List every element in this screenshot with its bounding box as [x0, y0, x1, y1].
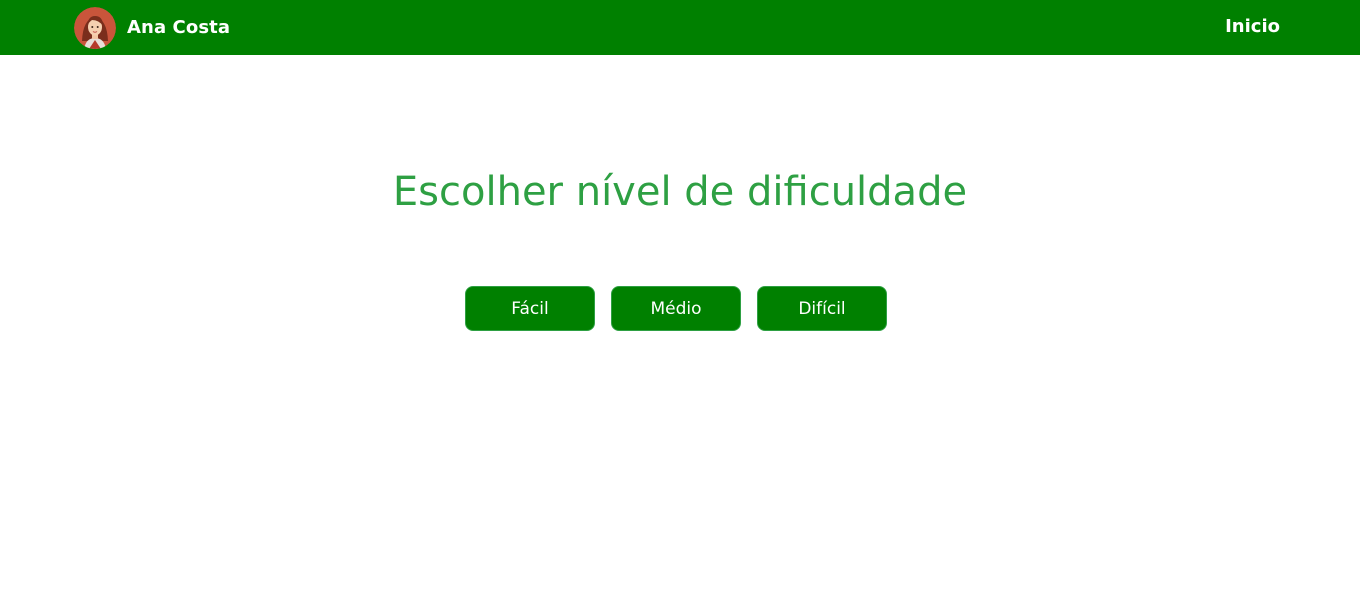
- difficulty-options: Fácil Médio Difícil: [465, 286, 887, 331]
- medium-button[interactable]: Médio: [611, 286, 741, 331]
- user-avatar-icon[interactable]: [74, 6, 116, 49]
- top-navbar: Ana Costa Inicio: [0, 0, 1360, 55]
- page-title: Escolher nível de dificuldade: [392, 169, 968, 215]
- user-name[interactable]: Ana Costa: [127, 17, 230, 38]
- nav-home-link[interactable]: Inicio: [1225, 16, 1280, 37]
- user-profile[interactable]: Ana Costa: [74, 6, 230, 49]
- easy-button[interactable]: Fácil: [465, 286, 595, 331]
- hard-button[interactable]: Difícil: [757, 286, 887, 331]
